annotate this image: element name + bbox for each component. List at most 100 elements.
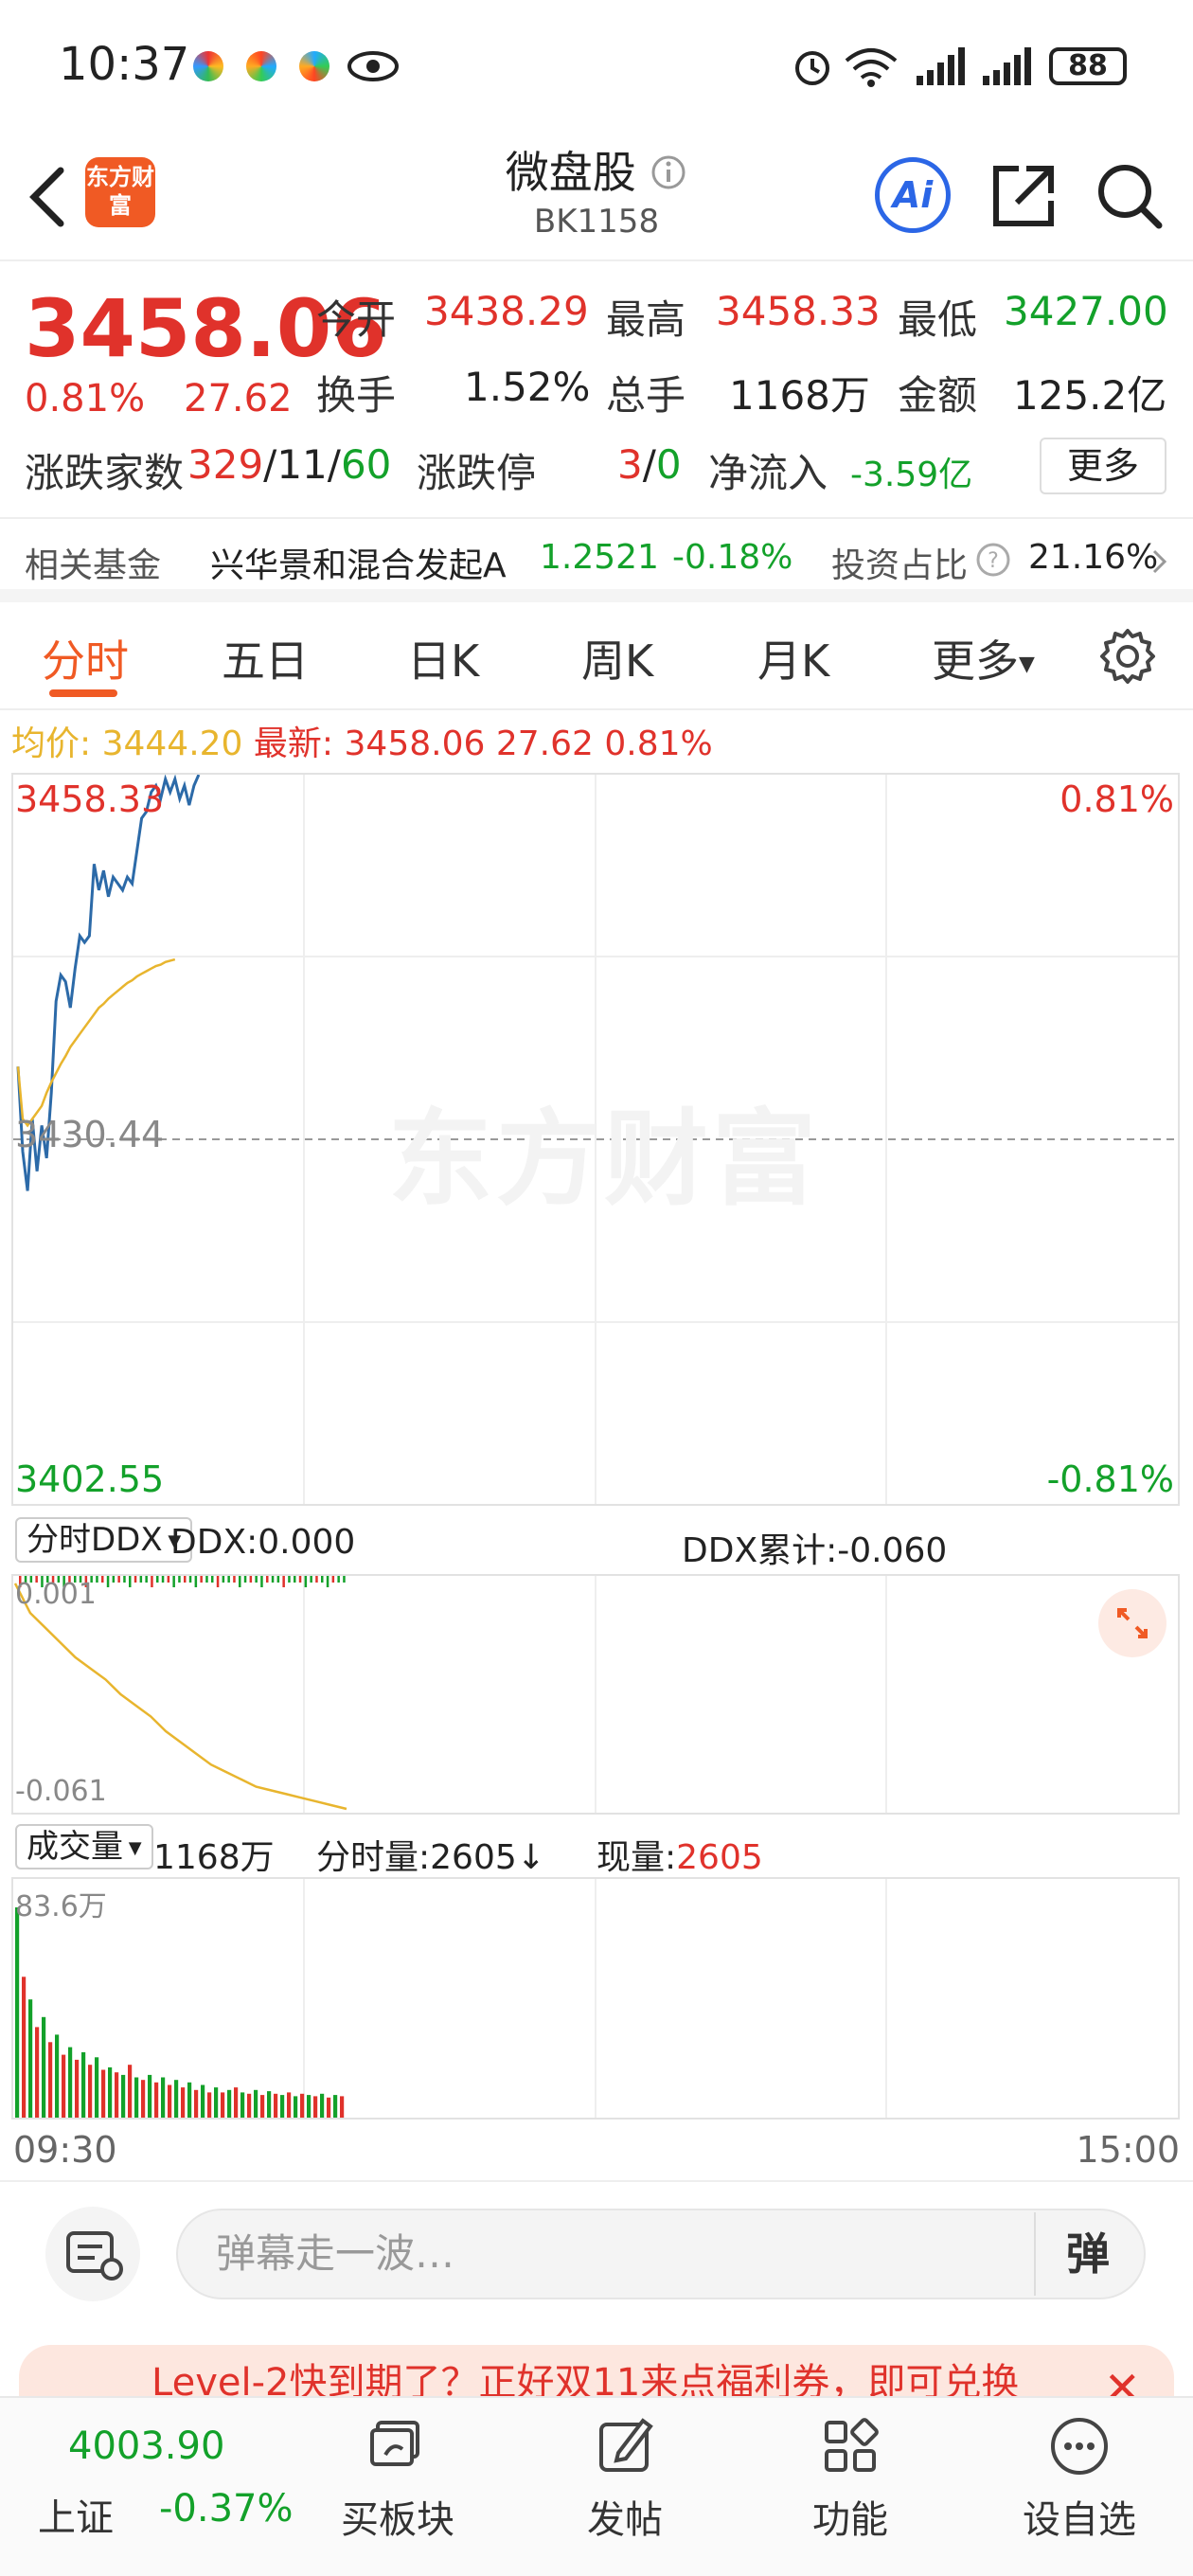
battery-indicator: 88 [1049,47,1127,85]
ddx-bar [129,1576,132,1587]
volume-bar [154,2082,159,2118]
limit-value: 3/0 [617,441,682,488]
help-icon[interactable]: ? [975,542,1011,578]
dropdown-arrow-icon: ▼ [1019,653,1035,676]
period-volume: 分时量:2605↓ [316,1838,545,1877]
breadth-value: 329/11/60 [187,441,392,488]
more-button[interactable]: 更多 [1040,438,1166,494]
nav-add-watchlist-label: 设自选 [1023,2498,1136,2542]
nav-functions[interactable]: 功能 [765,2413,935,2544]
volume-bar [174,2080,179,2118]
chevron-right-icon [1152,549,1167,574]
share-icon[interactable] [988,159,1060,231]
latest-value: 3458.06 [344,724,486,763]
back-icon[interactable] [21,159,78,235]
time-start-label: 09:30 [13,2129,117,2171]
ddx-cumulative: DDX累计:-0.060 [682,1531,948,1570]
volume-bar [267,2091,272,2118]
volume-bar [307,2095,312,2118]
volume-bar [260,2095,265,2118]
period-tabs: 分时 五日 日K 周K 月K 更多▼ [0,606,1193,710]
bottom-nav: 4003.90 上证 -0.37% 买板块 发帖 功能 设自选 [0,2396,1193,2576]
fund-name[interactable]: 兴华景和混合发起A [210,538,507,587]
nav-post-label: 发帖 [587,2498,663,2542]
volume-bar [287,2092,292,2118]
turnover-label: 换手 [316,372,397,419]
volume-label: 总手 [606,372,686,419]
active-tab-indicator [49,689,117,697]
volume-bar [161,2077,166,2118]
functions-grid-icon [825,2418,879,2472]
ddx-bar [106,1576,110,1587]
tab-more[interactable]: 更多▼ [932,627,1035,689]
y-label-top: 3458.33 [15,778,165,820]
ddx-bar [276,1576,280,1583]
signal-icon [917,47,965,85]
ddx-bar [337,1576,340,1583]
nav-add-watchlist[interactable]: 设自选 [994,2413,1165,2544]
app-notification-icon [246,51,276,81]
nav-buy-sector[interactable]: 买板块 [312,2413,483,2544]
volume-bar [48,2042,53,2118]
settings-gear-icon[interactable] [1098,627,1157,686]
volume-bar [28,1999,33,2118]
alarm-icon [795,51,829,85]
expand-button[interactable] [1098,1589,1166,1657]
ddx-bar [194,1576,198,1587]
ddx-bar [227,1576,230,1583]
ddx-dropdown[interactable]: 分时DDX ▼ [15,1517,193,1563]
ddx-bar [271,1576,275,1583]
ai-button[interactable]: Ai [875,157,951,233]
volume-bar [234,2087,239,2118]
ddx-bar [156,1576,159,1583]
ddx-chart[interactable]: 0.001 -0.061 [11,1574,1180,1815]
ddx-bar [315,1576,318,1583]
volume-value: 1168万 [729,372,870,419]
danmu-input[interactable]: 弹幕走一波… [176,2209,1146,2299]
tab-daily-k[interactable]: 日K [407,627,479,689]
volume-bar [327,2097,331,2118]
y-label-bottom: 3402.55 [15,1458,165,1500]
signal-icon [983,47,1031,85]
avg-label: 均价: [11,724,92,763]
tab-weekly-k[interactable]: 周K [581,627,653,689]
volume-bar [214,2087,219,2118]
volume-bar [55,2034,60,2118]
volume-dropdown[interactable]: 成交量 ▼ [15,1824,153,1869]
ddx-bar [310,1576,312,1583]
index-ticker[interactable]: 4003.90 [68,2424,224,2468]
tab-monthly-k[interactable]: 月K [757,627,829,689]
tab-five-day[interactable]: 五日 [222,627,309,689]
danmu-send-button[interactable]: 弹 [1034,2212,1140,2296]
danmu-settings-icon [66,2231,123,2281]
volume-bar [240,2092,245,2118]
header: 东方财富 微盘股 BK1158 Ai [0,133,1193,261]
search-icon[interactable] [1093,159,1165,231]
ddx-bar [222,1576,225,1583]
intraday-chart[interactable]: 东方财富 3458.33 3430.44 3402.55 0.81% -0.81… [11,773,1180,1506]
latest-percent: 0.81% [604,724,713,763]
ddx-bar [178,1576,181,1583]
info-icon[interactable] [650,153,687,191]
related-fund-bar[interactable]: 相关基金 兴华景和混合发起A 1.2521 -0.18% 投资占比 ? 21.1… [0,517,1193,602]
ddx-bar [161,1576,165,1583]
volume-bar [254,2089,258,2118]
ddx-bar [294,1576,296,1583]
tab-intraday[interactable]: 分时 [42,627,129,689]
open-label: 今开 [316,296,397,343]
nav-post[interactable]: 发帖 [540,2413,710,2544]
danmu-toggle-button[interactable] [45,2207,140,2301]
ddx-bar [233,1576,236,1583]
ddx-bar [331,1576,335,1583]
status-time: 10:37 [59,38,190,91]
ddx-bar [298,1576,302,1583]
index-change: -0.37% [159,2487,294,2531]
volume-bar [95,2057,99,2118]
ddx-bar [151,1576,153,1587]
ddx-bar [288,1576,291,1583]
ddx-bar [239,1576,241,1587]
time-end-label: 15:00 [1076,2129,1180,2171]
volume-chart[interactable]: 83.6万 [11,1877,1180,2120]
nav-buy-sector-label: 买板块 [341,2498,454,2542]
ddx-bar [134,1576,137,1583]
